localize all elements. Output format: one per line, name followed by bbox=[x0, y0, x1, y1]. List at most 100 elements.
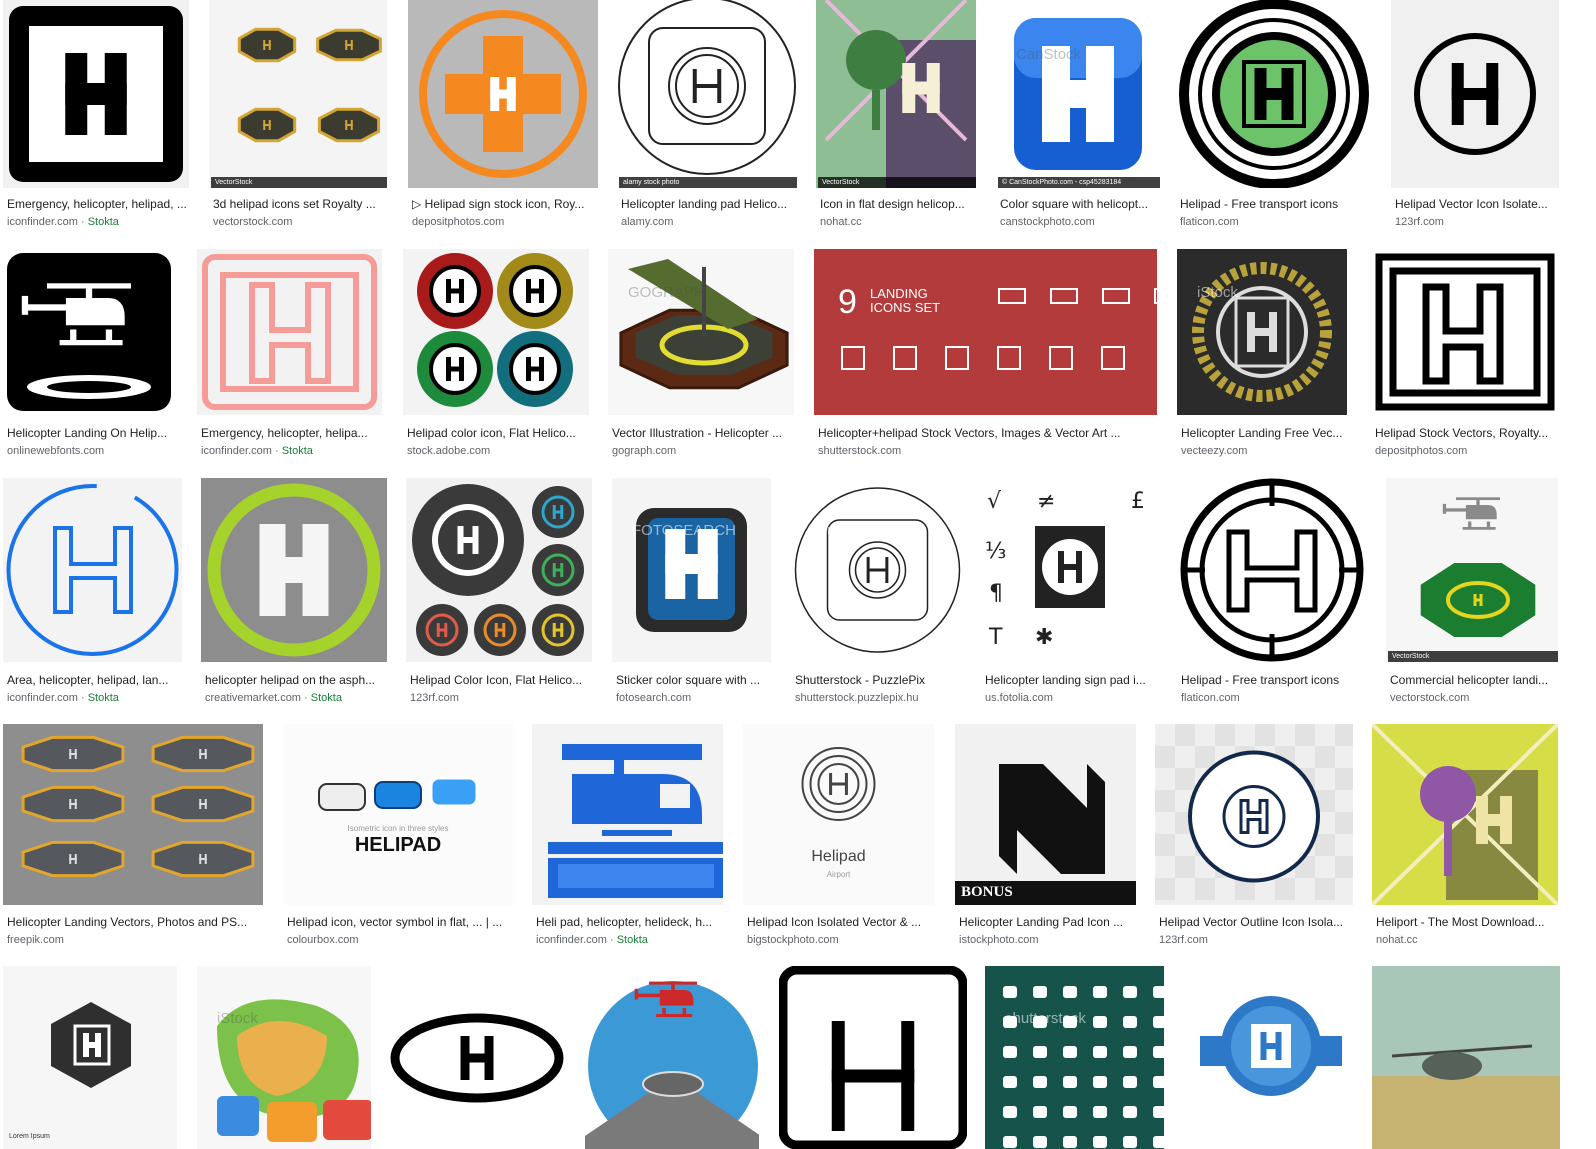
result-title[interactable]: Area, helicopter, helipad, lan... bbox=[7, 673, 180, 688]
result-source[interactable]: colourbox.com bbox=[287, 933, 511, 947]
image-result-card[interactable]: Helipad - Free transport icons flaticon.c… bbox=[1176, 0, 1372, 237]
result-title[interactable]: Helipad - Free transport icons bbox=[1180, 197, 1370, 212]
result-thumbnail[interactable] bbox=[403, 249, 589, 415]
result-thumbnail[interactable]: BONUS bbox=[955, 724, 1136, 905]
image-result-card[interactable] bbox=[390, 966, 564, 1149]
result-thumbnail[interactable] bbox=[406, 478, 592, 662]
result-source[interactable]: istockphoto.com bbox=[959, 933, 1134, 947]
result-thumbnail[interactable]: iStock bbox=[197, 966, 371, 1149]
source-domain[interactable]: fotosearch.com bbox=[616, 692, 691, 704]
result-source[interactable]: us.fotolia.com bbox=[985, 691, 1159, 705]
result-thumbnail[interactable] bbox=[1184, 966, 1358, 1149]
result-source[interactable]: canstockphoto.com bbox=[1000, 215, 1158, 229]
result-source[interactable]: gograph.com bbox=[612, 444, 792, 458]
image-result-card[interactable]: alamy stock photo Helicopter landing pad … bbox=[617, 0, 797, 237]
result-source[interactable]: 123rf.com bbox=[1159, 933, 1351, 947]
source-domain[interactable]: iconfinder.com bbox=[536, 934, 607, 946]
source-domain[interactable]: us.fotolia.com bbox=[985, 692, 1053, 704]
image-result-card[interactable]: Helipad color icon, Flat Helico... stock.… bbox=[403, 249, 589, 466]
image-result-card[interactable]: ▷ Helipad sign stock icon, Roy... deposit… bbox=[408, 0, 598, 237]
result-source[interactable]: shutterstock.com bbox=[818, 444, 1155, 458]
result-thumbnail[interactable] bbox=[1372, 724, 1558, 905]
source-domain[interactable]: onlinewebfonts.com bbox=[7, 445, 104, 457]
result-title[interactable]: Helipad Icon Isolated Vector & ... bbox=[747, 915, 932, 930]
source-domain[interactable]: alamy.com bbox=[621, 216, 673, 228]
image-result-card[interactable]: shutterstock bbox=[985, 966, 1164, 1149]
source-domain[interactable]: flaticon.com bbox=[1181, 692, 1240, 704]
result-title[interactable]: Vector Illustration - Helicopter ... bbox=[612, 426, 792, 441]
result-thumbnail[interactable]: CanStock © CanStockPhoto.com - csp4528318… bbox=[996, 0, 1160, 188]
result-source[interactable]: vectorstock.com bbox=[213, 215, 385, 229]
result-source[interactable]: 123rf.com bbox=[1395, 215, 1557, 229]
result-thumbnail[interactable]: VectorStock bbox=[209, 0, 387, 188]
result-thumbnail[interactable]: Helipad Airport bbox=[743, 724, 934, 905]
result-thumbnail[interactable] bbox=[1371, 249, 1559, 415]
image-result-card[interactable]: Helipad - Free transport icons flaticon.c… bbox=[1177, 478, 1367, 713]
result-title[interactable]: Helipad color icon, Flat Helico... bbox=[407, 426, 587, 441]
image-result-card[interactable]: Heli pad, helicopter, helideck, h... icon… bbox=[532, 724, 723, 955]
result-title[interactable]: Emergency, helicopter, helipad, ... bbox=[7, 197, 187, 212]
result-title[interactable]: Commercial helicopter landi... bbox=[1390, 673, 1556, 688]
image-result-card[interactable]: GOGRAPH Vector Illustration - Helicopter … bbox=[608, 249, 794, 466]
result-thumbnail[interactable] bbox=[3, 0, 189, 188]
source-domain[interactable]: stock.adobe.com bbox=[407, 445, 490, 457]
result-source[interactable]: iconfinder.com · Stokta bbox=[7, 691, 180, 705]
result-source[interactable]: fotosearch.com bbox=[616, 691, 769, 705]
image-result-card[interactable]: VectorStock Icon in flat design helicop..… bbox=[816, 0, 976, 237]
source-domain[interactable]: shutterstock.puzzlepix.hu bbox=[795, 692, 919, 704]
image-result-card[interactable] bbox=[1372, 966, 1560, 1149]
source-domain[interactable]: 123rf.com bbox=[1395, 216, 1444, 228]
source-domain[interactable]: depositphotos.com bbox=[1375, 445, 1467, 457]
image-result-card[interactable]: Heliport - The Most Download... nohat.cc bbox=[1372, 724, 1558, 955]
result-thumbnail[interactable] bbox=[390, 966, 564, 1149]
source-domain[interactable]: vectorstock.com bbox=[213, 216, 292, 228]
image-result-card[interactable]: VectorStock 3d helipad icons set Royalty … bbox=[209, 0, 387, 237]
source-domain[interactable]: creativemarket.com bbox=[205, 692, 301, 704]
image-result-card[interactable]: FOTOSEARCH Sticker color square with ... f… bbox=[612, 478, 771, 713]
result-title[interactable]: 3d helipad icons set Royalty ... bbox=[213, 197, 385, 212]
image-result-card[interactable]: BONUS Helicopter Landing Pad Icon ... isto… bbox=[955, 724, 1136, 955]
result-thumbnail[interactable]: GOGRAPH bbox=[608, 249, 794, 415]
image-result-card[interactable]: Lorem Ipsum bbox=[3, 966, 177, 1149]
image-result-card[interactable]: Area, helicopter, helipad, lan... iconfin… bbox=[3, 478, 182, 713]
result-thumbnail[interactable] bbox=[1372, 966, 1560, 1149]
result-source[interactable]: iconfinder.com · Stokta bbox=[536, 933, 721, 947]
source-domain[interactable]: bigstockphoto.com bbox=[747, 934, 839, 946]
result-thumbnail[interactable]: shutterstock bbox=[791, 478, 964, 662]
result-source[interactable]: onlinewebfonts.com bbox=[7, 444, 173, 458]
image-result-card[interactable]: iStock bbox=[197, 966, 371, 1149]
result-source[interactable]: nohat.cc bbox=[1376, 933, 1556, 947]
result-thumbnail[interactable]: FOTOSEARCH bbox=[612, 478, 771, 662]
result-title[interactable]: Helicopter Landing On Helip... bbox=[7, 426, 173, 441]
result-source[interactable]: depositphotos.com bbox=[1375, 444, 1557, 458]
source-domain[interactable]: nohat.cc bbox=[820, 216, 862, 228]
source-domain[interactable]: vectorstock.com bbox=[1390, 692, 1469, 704]
result-title[interactable]: Helipad Stock Vectors, Royalty... bbox=[1375, 426, 1557, 441]
image-result-card[interactable]: Helicopter Landing Vectors, Photos and P… bbox=[3, 724, 263, 955]
result-thumbnail[interactable] bbox=[408, 0, 598, 188]
result-thumbnail[interactable] bbox=[197, 249, 382, 415]
result-title[interactable]: ▷ Helipad sign stock icon, Roy... bbox=[412, 197, 596, 212]
result-source[interactable]: nohat.cc bbox=[820, 215, 974, 229]
image-result-card[interactable]: CanStock © CanStockPhoto.com - csp4528318… bbox=[996, 0, 1160, 237]
result-title[interactable]: Helipad Vector Icon Isolate... bbox=[1395, 197, 1557, 212]
result-title[interactable]: Helipad Vector Outline Icon Isola... bbox=[1159, 915, 1351, 930]
result-thumbnail[interactable] bbox=[3, 478, 182, 662]
result-thumbnail[interactable] bbox=[1391, 0, 1559, 188]
result-thumbnail[interactable] bbox=[1155, 724, 1353, 905]
source-domain[interactable]: nohat.cc bbox=[1376, 934, 1418, 946]
result-thumbnail[interactable] bbox=[3, 249, 175, 415]
result-thumbnail[interactable] bbox=[532, 724, 723, 905]
result-thumbnail[interactable] bbox=[201, 478, 387, 662]
image-result-card[interactable]: Helipad Airport Helipad Icon Isolated Vect… bbox=[743, 724, 934, 955]
source-domain[interactable]: iconfinder.com bbox=[7, 216, 78, 228]
source-domain[interactable]: freepik.com bbox=[7, 934, 64, 946]
source-domain[interactable]: canstockphoto.com bbox=[1000, 216, 1095, 228]
result-source[interactable]: vecteezy.com bbox=[1181, 444, 1345, 458]
image-result-card[interactable]: iStock Helicopter Landing Free Vec... vect… bbox=[1177, 249, 1347, 466]
image-result-card[interactable]: Emergency, helicopter, helipad, ... iconf… bbox=[3, 0, 189, 237]
result-source[interactable]: stock.adobe.com bbox=[407, 444, 587, 458]
result-source[interactable]: freepik.com bbox=[7, 933, 261, 947]
image-result-card[interactable]: shutterstock Shutterstock - PuzzlePix shut… bbox=[791, 478, 964, 713]
result-thumbnail[interactable]: iStock bbox=[1177, 249, 1347, 415]
